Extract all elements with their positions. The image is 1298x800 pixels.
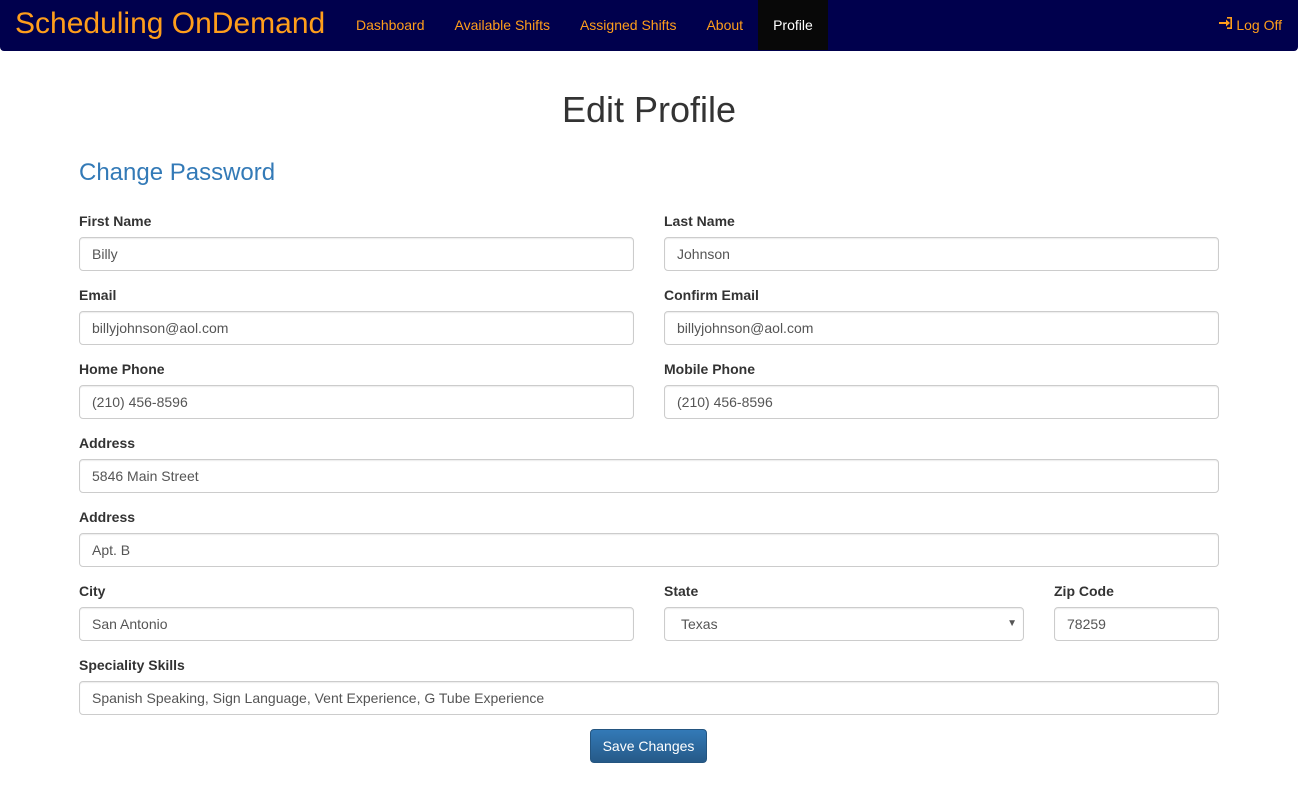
mobile-phone-label: Mobile Phone	[664, 361, 755, 377]
confirm-email-group: Confirm Email	[664, 287, 1219, 345]
logoff-label: Log Off	[1236, 17, 1282, 33]
confirm-email-input[interactable]	[664, 311, 1219, 345]
top-navbar: Scheduling OnDemand Dashboard Available …	[0, 0, 1298, 51]
save-changes-button[interactable]: Save Changes	[590, 729, 707, 763]
address-line1-input[interactable]	[79, 459, 1219, 493]
logoff-link[interactable]: Log Off	[1218, 0, 1282, 50]
zip-input[interactable]	[1054, 607, 1219, 641]
nav-about[interactable]: About	[691, 0, 758, 50]
email-input[interactable]	[79, 311, 634, 345]
city-input[interactable]	[79, 607, 634, 641]
skills-input[interactable]	[79, 681, 1219, 715]
page-title: Edit Profile	[561, 89, 737, 130]
state-select[interactable]: Texas ▼	[664, 607, 1024, 641]
last-name-input[interactable]	[664, 237, 1219, 271]
address-line1-group: Address	[79, 435, 1219, 493]
first-name-group: First Name	[79, 213, 634, 271]
skills-group: Speciality Skills	[79, 657, 1219, 715]
state-selected-value: Texas	[681, 616, 718, 632]
last-name-label: Last Name	[664, 213, 735, 229]
home-phone-label: Home Phone	[79, 361, 165, 377]
zip-label: Zip Code	[1054, 583, 1114, 599]
zip-group: Zip Code	[1054, 583, 1219, 641]
email-label: Email	[79, 287, 117, 303]
brand-logo[interactable]: Scheduling OnDemand	[15, 6, 325, 42]
confirm-email-label: Confirm Email	[664, 287, 759, 303]
nav-available-shifts[interactable]: Available Shifts	[440, 0, 565, 50]
state-group: State Texas ▼	[664, 583, 1024, 641]
main-nav: Dashboard Available Shifts Assigned Shif…	[341, 0, 828, 50]
mobile-phone-input[interactable]	[664, 385, 1219, 419]
city-group: City	[79, 583, 634, 641]
log-in-icon	[1218, 0, 1236, 50]
home-phone-group: Home Phone	[79, 361, 634, 419]
state-label: State	[664, 583, 699, 599]
email-group: Email	[79, 287, 634, 345]
nav-assigned-shifts[interactable]: Assigned Shifts	[565, 0, 692, 50]
first-name-input[interactable]	[79, 237, 634, 271]
address-line2-label: Address	[79, 509, 136, 525]
last-name-group: Last Name	[664, 213, 1219, 271]
dropdown-caret-icon: ▼	[1007, 618, 1017, 629]
city-label: City	[79, 583, 106, 599]
change-password-link[interactable]: Change Password	[79, 157, 275, 189]
nav-dashboard[interactable]: Dashboard	[341, 0, 440, 50]
mobile-phone-group: Mobile Phone	[664, 361, 1219, 419]
skills-label: Speciality Skills	[79, 657, 185, 673]
address-line2-group: Address	[79, 509, 1219, 567]
nav-profile[interactable]: Profile	[758, 0, 828, 50]
address-line2-input[interactable]	[79, 533, 1219, 567]
home-phone-input[interactable]	[79, 385, 634, 419]
first-name-label: First Name	[79, 213, 152, 229]
address-line1-label: Address	[79, 435, 136, 451]
